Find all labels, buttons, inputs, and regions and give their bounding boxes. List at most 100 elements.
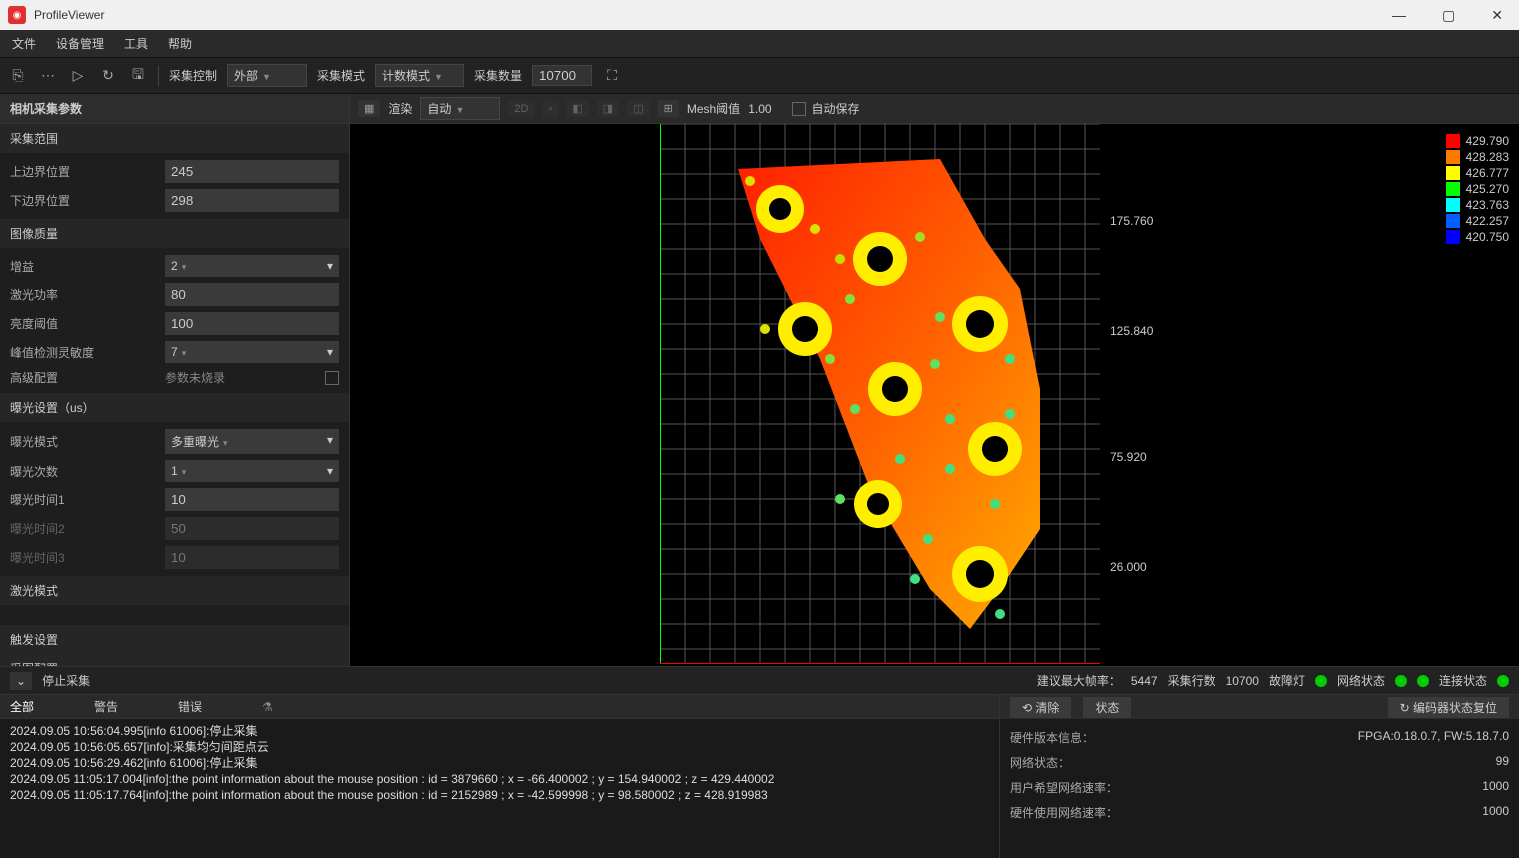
render-label: 渲染 bbox=[388, 100, 412, 117]
exp-time1-input[interactable] bbox=[165, 488, 339, 511]
lines-label: 采集行数 bbox=[1168, 672, 1216, 689]
exp-mode-select[interactable]: 多重曝光▾ bbox=[165, 429, 339, 454]
exp-time2-input bbox=[165, 517, 339, 540]
filter-icon[interactable]: ⚗ bbox=[262, 700, 273, 714]
net-led-2 bbox=[1417, 675, 1429, 687]
menu-tools[interactable]: 工具 bbox=[120, 33, 152, 54]
encoder-reset-button[interactable]: ↻ 编码器状态复位 bbox=[1388, 697, 1509, 718]
mesh-value: 1.00 bbox=[748, 102, 771, 116]
autosave-checkbox[interactable] bbox=[792, 102, 806, 116]
conn-led bbox=[1497, 675, 1509, 687]
legend-item: 422.257 bbox=[1446, 214, 1509, 228]
log-line: 2024.09.05 10:56:04.995[info 61006]:停止采集 bbox=[10, 723, 989, 739]
legend-item: 429.790 bbox=[1446, 134, 1509, 148]
log-line: 2024.09.05 10:56:05.657[info]:采集均匀间距点云 bbox=[10, 739, 989, 755]
status-button[interactable]: 状态 bbox=[1083, 697, 1131, 718]
legend-swatch bbox=[1446, 150, 1460, 164]
connect-icon[interactable]: ⋯ bbox=[38, 66, 58, 86]
minimize-button[interactable]: — bbox=[1384, 5, 1414, 26]
peak-select[interactable]: 7▾ bbox=[165, 341, 339, 363]
viewport[interactable]: 175.760 125.840 75.920 26.000 429.790 428.28… bbox=[350, 124, 1519, 666]
fault-led bbox=[1315, 675, 1327, 687]
clear-button[interactable]: ⟲ 清除 bbox=[1010, 697, 1071, 718]
menu-device[interactable]: 设备管理 bbox=[52, 33, 108, 54]
laser-input[interactable] bbox=[165, 283, 339, 306]
peak-label: 峰值检测灵敏度 bbox=[10, 344, 165, 361]
legend-item: 426.777 bbox=[1446, 166, 1509, 180]
menu-help[interactable]: 帮助 bbox=[164, 33, 196, 54]
log-tab-warn[interactable]: 警告 bbox=[94, 698, 118, 715]
view-btn-1[interactable]: ▫ bbox=[542, 101, 558, 117]
legend-swatch bbox=[1446, 230, 1460, 244]
legend-swatch bbox=[1446, 134, 1460, 148]
lower-input[interactable] bbox=[165, 189, 339, 212]
collapse-icon[interactable]: ⌄ bbox=[10, 672, 32, 690]
acq-control-select[interactable]: 外部▼ bbox=[227, 64, 307, 87]
quality-header: 图像质量 bbox=[0, 219, 349, 248]
toolbar: ⎘ ⋯ ▷ ↻ 🖫 采集控制 外部▼ 采集模式 计数模式▼ 采集数量 ⛶ bbox=[0, 58, 1519, 94]
mesh-icon[interactable]: ⊞ bbox=[658, 100, 679, 117]
menu-file[interactable]: 文件 bbox=[8, 33, 40, 54]
net-status-value: 99 bbox=[1496, 754, 1509, 771]
view-btn-4[interactable]: ◫ bbox=[627, 100, 649, 117]
hw-ver-label: 硬件版本信息： bbox=[1010, 729, 1094, 746]
legend-swatch bbox=[1446, 214, 1460, 228]
status-bar: ⌄ 停止采集 建议最大帧率： 5447 采集行数 10700 故障灯 网络状态 … bbox=[0, 666, 1519, 694]
menubar: 文件 设备管理 工具 帮助 bbox=[0, 30, 1519, 58]
export-icon[interactable]: ⎘ bbox=[8, 66, 28, 86]
exp-time3-input bbox=[165, 546, 339, 569]
close-button[interactable]: ✕ bbox=[1483, 5, 1511, 26]
fullscreen-icon[interactable]: ⛶ bbox=[602, 66, 622, 86]
play-icon[interactable]: ▷ bbox=[68, 66, 88, 86]
upper-input[interactable] bbox=[165, 160, 339, 183]
exposure-header: 曝光设置（us） bbox=[0, 393, 349, 422]
app-icon: ◉ bbox=[8, 6, 26, 24]
acq-mode-label: 采集模式 bbox=[317, 67, 365, 84]
point-cloud-object bbox=[720, 159, 1060, 639]
view-btn-2[interactable]: ◧ bbox=[566, 100, 588, 117]
view-grid-icon[interactable]: ▦ bbox=[358, 100, 380, 117]
render-select[interactable]: 自动▼ bbox=[420, 97, 500, 120]
legend-item: 425.270 bbox=[1446, 182, 1509, 196]
save-icon[interactable]: 🖫 bbox=[128, 66, 148, 86]
acq-count-input[interactable] bbox=[532, 65, 592, 86]
y-tick-label: 26.000 bbox=[1110, 560, 1147, 574]
bright-input[interactable] bbox=[165, 312, 339, 335]
log-content[interactable]: 2024.09.05 10:56:04.995[info 61006]:停止采集… bbox=[0, 719, 999, 858]
log-tab-all[interactable]: 全部 bbox=[10, 698, 34, 715]
acq-count-label: 采集数量 bbox=[474, 67, 522, 84]
y-tick-label: 75.920 bbox=[1110, 450, 1147, 464]
y-tick-label: 175.760 bbox=[1110, 214, 1153, 228]
legend-label: 423.763 bbox=[1466, 198, 1509, 212]
laser-mode-header[interactable]: 激光模式 bbox=[0, 576, 349, 605]
net-status-label: 网络状态： bbox=[1010, 754, 1070, 771]
gain-label: 增益 bbox=[10, 258, 165, 275]
acq-control-label: 采集控制 bbox=[169, 67, 217, 84]
acq-mode-select[interactable]: 计数模式▼ bbox=[375, 64, 464, 87]
2d-icon[interactable]: 2D bbox=[508, 101, 534, 117]
maximize-button[interactable]: ▢ bbox=[1434, 5, 1463, 26]
legend: 429.790 428.283 426.777 425.270 423.763 422.2… bbox=[1446, 134, 1509, 246]
adv-checkbox[interactable] bbox=[325, 371, 339, 385]
log-line: 2024.09.05 11:05:17.764[info]:the point … bbox=[10, 787, 989, 803]
hw-ver-value: FPGA:0.18.0.7, FW:5.18.7.0 bbox=[1358, 729, 1509, 746]
legend-swatch bbox=[1446, 182, 1460, 196]
lower-label: 下边界位置 bbox=[10, 192, 165, 209]
y-tick-label: 125.840 bbox=[1110, 324, 1153, 338]
stop-acq-button[interactable]: 停止采集 bbox=[42, 672, 90, 689]
view-btn-3[interactable]: ◨ bbox=[597, 100, 619, 117]
image-cfg-header[interactable]: 采图配置 bbox=[0, 654, 349, 666]
trigger-header[interactable]: 触发设置 bbox=[0, 625, 349, 654]
legend-label: 426.777 bbox=[1466, 166, 1509, 180]
refresh-icon[interactable]: ↻ bbox=[98, 66, 118, 86]
bright-label: 亮度阈值 bbox=[10, 315, 165, 332]
legend-label: 429.790 bbox=[1466, 134, 1509, 148]
user-rate-label: 用户希望网络速率： bbox=[1010, 779, 1118, 796]
legend-item: 420.750 bbox=[1446, 230, 1509, 244]
gain-select[interactable]: 2▾ bbox=[165, 255, 339, 277]
hw-rate-label: 硬件使用网络速率： bbox=[1010, 804, 1118, 821]
exp-count-select[interactable]: 1▾ bbox=[165, 460, 339, 482]
legend-label: 428.283 bbox=[1466, 150, 1509, 164]
log-tab-error[interactable]: 错误 bbox=[178, 698, 202, 715]
user-rate-value: 1000 bbox=[1482, 779, 1509, 796]
